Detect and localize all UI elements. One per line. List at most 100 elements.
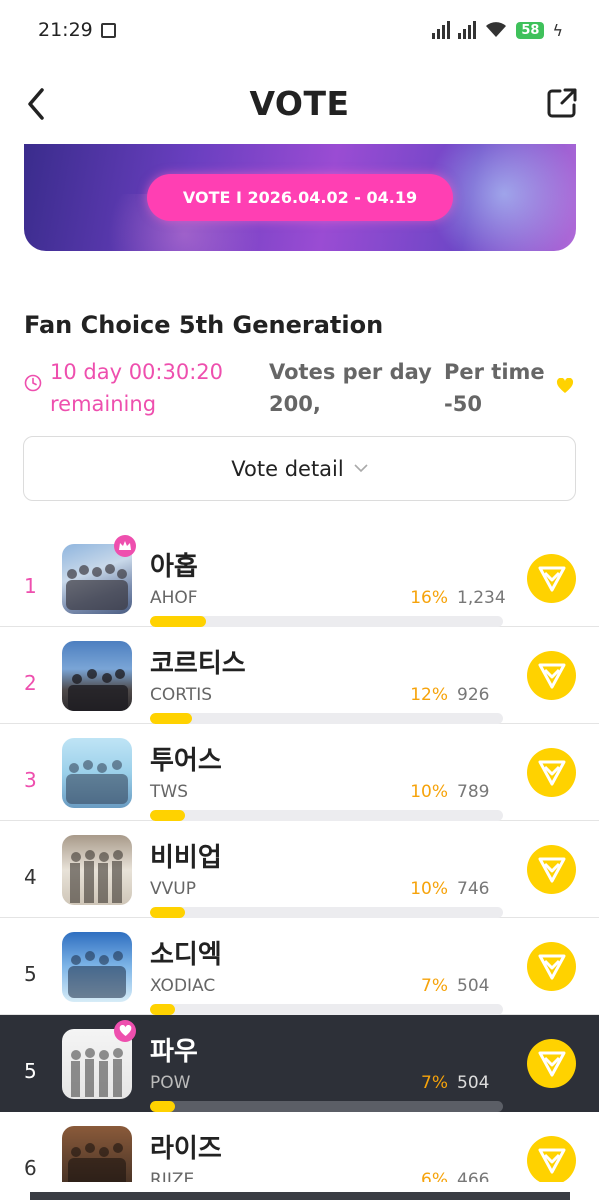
signal-icon <box>432 21 451 39</box>
vote-share-fill <box>150 907 186 918</box>
ranking-row: 4 비비업 VVUP 10% 746 <box>0 821 599 918</box>
artist-name-english: RIIZE <box>150 1170 195 1182</box>
artist-name-english: XODIAC <box>150 976 216 996</box>
vote-button[interactable] <box>527 1039 576 1088</box>
rank-number: 6 <box>24 1156 37 1180</box>
vote-share-fill <box>150 1004 175 1015</box>
vote-share-fill <box>150 616 207 627</box>
time-remaining: 10 day 00:30:20 remaining <box>50 356 223 420</box>
battery-indicator: 58 <box>516 21 545 39</box>
vote-heart-icon <box>538 1148 565 1173</box>
ranking-row: 5 소디엑 XODIAC 7% 504 <box>0 918 599 1015</box>
app-header: VOTE <box>0 70 599 140</box>
vote-share-bar <box>150 616 503 627</box>
vote-share-fill <box>150 1101 175 1112</box>
group-photo-figures <box>70 850 123 903</box>
group-photo-figures <box>68 669 128 711</box>
votes-per-day: Votes per day 200, <box>269 356 432 420</box>
status-time-group: 21:29 <box>38 19 116 41</box>
artist-photo[interactable] <box>62 738 132 808</box>
artist-name-english: VVUP <box>150 879 196 899</box>
vote-count: 789 <box>457 782 490 802</box>
vote-heart-icon <box>538 663 565 688</box>
vote-detail-label: Vote detail <box>231 456 344 481</box>
vote-button[interactable] <box>527 1136 576 1182</box>
chevron-down-icon <box>354 464 368 473</box>
ranking-row: 6 라이즈 RIIZE 6% 466 <box>0 1112 599 1182</box>
vote-percent: 10% <box>410 782 448 802</box>
artist-name-english: CORTIS <box>150 685 213 705</box>
vote-heart-icon <box>538 954 565 979</box>
vote-heart-icon <box>538 1051 565 1076</box>
artist-name-korean: 코르티스 <box>150 649 246 679</box>
vote-percent: 16% <box>410 588 448 608</box>
vote-share-bar <box>150 713 503 724</box>
group-photo-figures <box>68 1143 126 1182</box>
vote-button[interactable] <box>527 942 576 991</box>
wifi-icon <box>486 22 507 37</box>
vote-share-fill <box>150 713 193 724</box>
vote-percent: 12% <box>410 685 448 705</box>
vote-detail-button[interactable]: Vote detail <box>23 436 576 501</box>
vote-count: 1,234 <box>457 588 506 608</box>
vote-count: 926 <box>457 685 490 705</box>
ranking-row: 1 아홉 AHOF 16% 1,234 <box>0 530 599 627</box>
vote-percent: 6% <box>421 1170 448 1182</box>
ranking-row: 2 코르티스 CORTIS 12% 926 <box>0 627 599 724</box>
status-bar: 21:29 58 ϟ <box>0 0 599 60</box>
charging-icon: ϟ <box>552 20 563 40</box>
per-time: Per time -50 <box>444 356 545 420</box>
ranking-row: 3 투어스 TWS 10% 789 <box>0 724 599 821</box>
time-remaining-label: remaining <box>50 392 157 416</box>
per-time-label: Per time <box>444 360 545 384</box>
vote-percent: 7% <box>421 1073 448 1093</box>
heart-icon <box>556 378 574 393</box>
vote-count: 504 <box>457 976 490 996</box>
signal-icon-2 <box>458 21 477 39</box>
vote-heart-icon <box>538 566 565 591</box>
ranking-row-highlighted: 5 파우 POW 7% 504 <box>0 1015 599 1112</box>
vote-heart-icon <box>538 857 565 882</box>
artist-photo[interactable] <box>62 835 132 905</box>
share-icon[interactable] <box>545 86 579 120</box>
crown-icon <box>114 535 136 557</box>
artist-name-english: AHOF <box>150 588 198 608</box>
rank-number: 4 <box>24 865 37 889</box>
vote-count: 504 <box>457 1073 490 1093</box>
clock-icon <box>24 374 42 392</box>
artist-photo[interactable] <box>62 641 132 711</box>
artist-name-korean: 라이즈 <box>150 1134 222 1164</box>
vote-button[interactable] <box>527 554 576 603</box>
vote-count: 746 <box>457 879 490 899</box>
status-time: 21:29 <box>38 19 93 41</box>
artist-photo[interactable] <box>62 1126 132 1182</box>
vote-heart-icon <box>538 760 565 785</box>
vote-share-bar <box>150 907 503 918</box>
vote-banner: VOTE I 2026.04.02 - 04.19 <box>24 144 576 251</box>
rank-number: 5 <box>24 962 37 986</box>
votes-per-day-value: 200, <box>269 392 321 416</box>
votes-per-day-label: Votes per day <box>269 360 432 384</box>
screenshot-icon <box>100 22 116 38</box>
vote-share-bar <box>150 1101 503 1112</box>
artist-name-korean: 아홉 <box>150 552 198 582</box>
vote-info: 10 day 00:30:20 remaining Votes per day … <box>24 356 576 422</box>
rank-number: 2 <box>24 671 37 695</box>
time-remaining-value: 10 day 00:30:20 <box>50 360 224 384</box>
vote-share-fill <box>150 810 186 821</box>
artist-name-korean: 소디엑 <box>150 940 222 970</box>
vote-button[interactable] <box>527 748 576 797</box>
vote-button[interactable] <box>527 651 576 700</box>
vote-share-bar <box>150 1004 503 1015</box>
vote-share-bar <box>150 810 503 821</box>
bottom-bar <box>30 1192 570 1200</box>
group-photo-figures <box>66 760 128 804</box>
rank-number: 3 <box>24 768 37 792</box>
artist-photo[interactable] <box>62 932 132 1002</box>
vote-button[interactable] <box>527 845 576 894</box>
artist-name-english: POW <box>150 1073 191 1093</box>
rank-number: 5 <box>24 1059 37 1083</box>
per-time-value: -50 <box>444 392 482 416</box>
artist-name-korean: 비비업 <box>150 843 222 873</box>
ranking-list: 1 아홉 AHOF 16% 1,234 2 코르티스 CORTIS 12% 92… <box>0 530 599 1182</box>
